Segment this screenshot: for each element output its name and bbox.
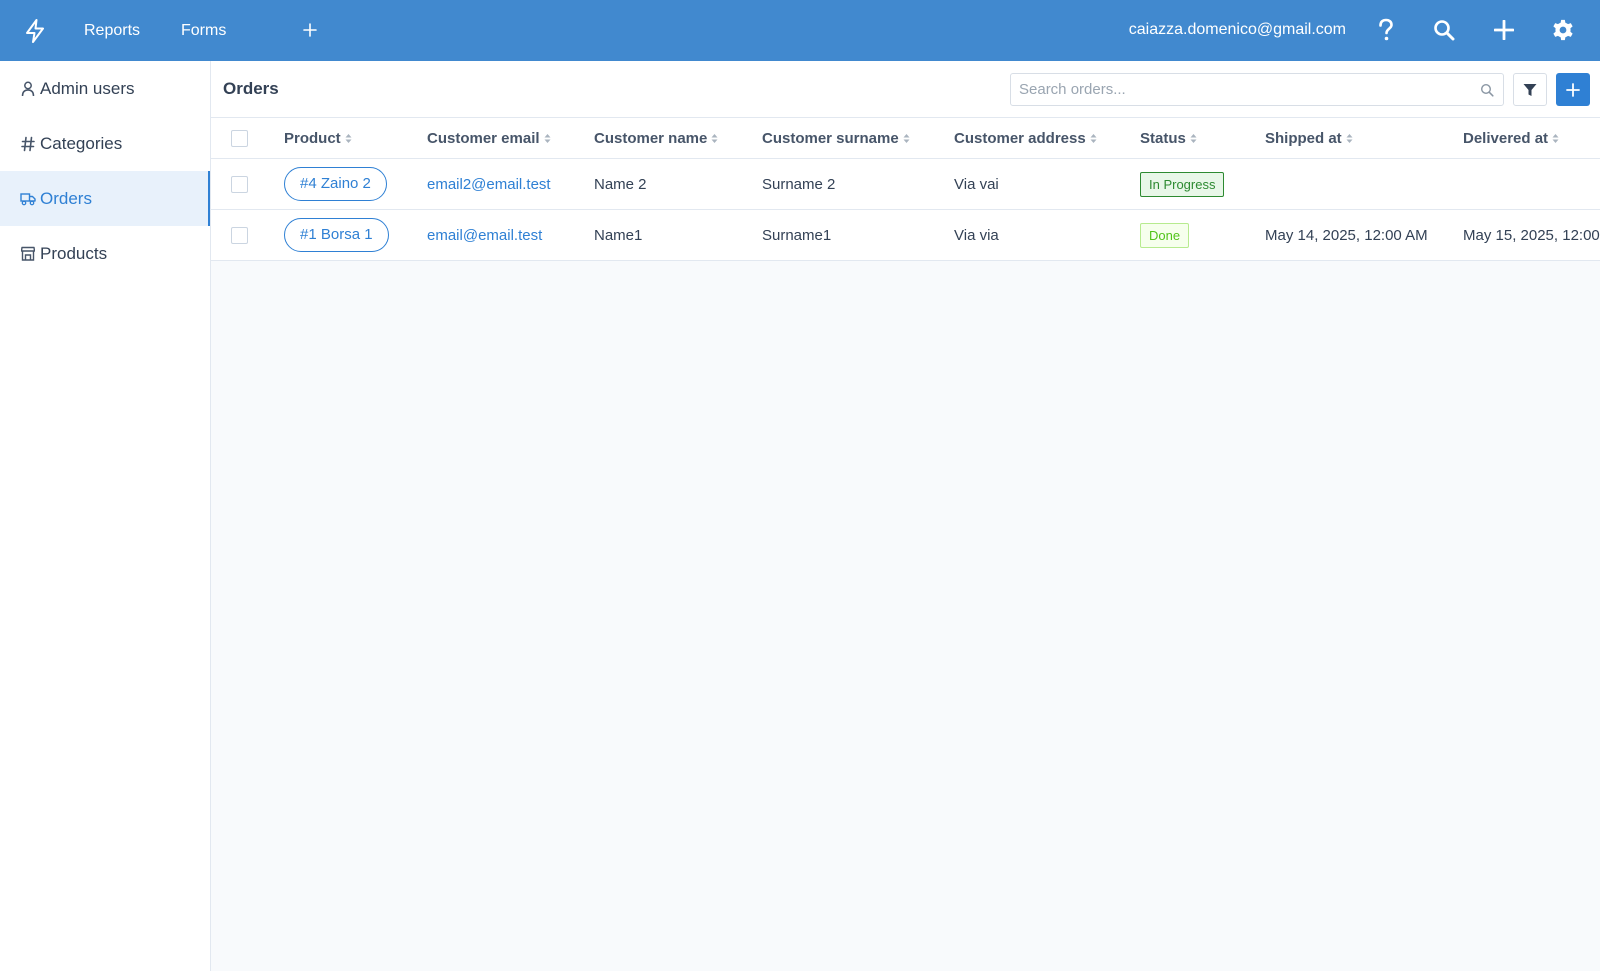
shipped-at-cell: May 14, 2025, 12:00 AM xyxy=(1265,226,1428,244)
gear-icon xyxy=(1553,19,1573,41)
search-box xyxy=(1010,73,1504,106)
sort-icon xyxy=(544,133,551,144)
sidebar-item-label: Orders xyxy=(40,188,92,208)
page-header: Orders xyxy=(211,61,1600,118)
sidebar-item-orders[interactable]: Orders xyxy=(0,171,210,226)
column-header-delivered-at[interactable]: Delivered at xyxy=(1463,118,1559,158)
customer-name-cell: Name1 xyxy=(594,226,643,244)
sidebar-item-label: Admin users xyxy=(40,78,135,98)
status-badge: Done xyxy=(1140,222,1190,248)
help-icon xyxy=(1379,18,1393,41)
row-checkbox[interactable] xyxy=(231,175,248,193)
page-title: Orders xyxy=(223,79,279,98)
nav-add-button[interactable] xyxy=(300,17,320,43)
sort-icon xyxy=(1090,133,1097,144)
sidebar-item-categories[interactable]: Categories xyxy=(0,116,210,171)
sidebar-item-label: Products xyxy=(40,243,108,263)
column-header-status[interactable]: Status xyxy=(1140,118,1197,158)
column-header-shipped-at[interactable]: Shipped at xyxy=(1265,118,1353,158)
search-icon xyxy=(1434,20,1455,41)
product-link-pill[interactable]: #4 Zaino 2 xyxy=(284,167,387,201)
filter-button[interactable] xyxy=(1513,73,1547,106)
delivered-at-cell: May 15, 2025, 12:00 xyxy=(1463,226,1600,244)
column-header-customer-surname[interactable]: Customer surname xyxy=(762,118,910,158)
table-row[interactable]: #1 Borsa 1 email@email.test Name1 Surnam… xyxy=(211,210,1600,261)
status-badge: In Progress xyxy=(1140,171,1225,197)
sidebar-item-admin-users[interactable]: Admin users xyxy=(0,61,210,116)
sort-icon xyxy=(345,133,352,144)
top-navbar: Reports Forms caiazza.domenico@gmail.com xyxy=(0,0,1600,61)
table-header-row: Product Customer email Customer name Cus… xyxy=(211,118,1600,159)
create-button[interactable] xyxy=(1490,16,1518,44)
bolt-logo-icon[interactable] xyxy=(22,17,48,45)
customer-email-link[interactable]: email2@email.test xyxy=(427,159,551,209)
sort-icon xyxy=(1190,133,1197,144)
plus-icon xyxy=(1494,20,1514,40)
store-icon xyxy=(20,245,36,263)
sidebar-item-products[interactable]: Products xyxy=(0,226,210,281)
search-icon[interactable] xyxy=(1479,82,1495,98)
nav-reports-link[interactable]: Reports xyxy=(84,0,140,61)
plus-icon xyxy=(1566,82,1580,97)
row-checkbox[interactable] xyxy=(231,226,248,244)
user-email[interactable]: caiazza.domenico@gmail.com xyxy=(1129,0,1346,61)
plus-icon xyxy=(303,23,317,37)
customer-surname-cell: Surname 2 xyxy=(762,175,836,193)
add-order-button[interactable] xyxy=(1556,73,1590,106)
customer-address-cell: Via via xyxy=(954,226,999,244)
hash-icon xyxy=(20,135,36,153)
help-button[interactable] xyxy=(1372,16,1400,44)
truck-icon xyxy=(20,190,36,208)
user-icon xyxy=(20,80,36,98)
search-input[interactable] xyxy=(1011,74,1471,105)
main-content: Orders Product Customer email Customer n… xyxy=(211,61,1600,971)
column-header-customer-email[interactable]: Customer email xyxy=(427,118,551,158)
column-header-customer-name[interactable]: Customer name xyxy=(594,118,718,158)
sort-icon xyxy=(1552,133,1559,144)
sort-icon xyxy=(711,133,718,144)
sort-icon xyxy=(903,133,910,144)
filter-icon xyxy=(1523,83,1537,96)
sort-icon xyxy=(1346,133,1353,144)
column-header-customer-address[interactable]: Customer address xyxy=(954,118,1097,158)
table-row[interactable]: #4 Zaino 2 email2@email.test Name 2 Surn… xyxy=(211,159,1600,210)
sidebar: Admin users Categories Orders Products xyxy=(0,61,211,971)
customer-surname-cell: Surname1 xyxy=(762,226,832,244)
customer-address-cell: Via vai xyxy=(954,175,999,193)
customer-email-link[interactable]: email@email.test xyxy=(427,210,542,260)
product-link-pill[interactable]: #1 Borsa 1 xyxy=(284,218,389,252)
search-button[interactable] xyxy=(1430,16,1458,44)
column-header-product[interactable]: Product xyxy=(284,118,352,158)
customer-name-cell: Name 2 xyxy=(594,175,647,193)
settings-button[interactable] xyxy=(1549,16,1577,44)
select-all-checkbox[interactable] xyxy=(231,129,248,147)
sidebar-item-label: Categories xyxy=(40,133,123,153)
nav-forms-link[interactable]: Forms xyxy=(181,0,226,61)
orders-table: Product Customer email Customer name Cus… xyxy=(211,118,1600,261)
